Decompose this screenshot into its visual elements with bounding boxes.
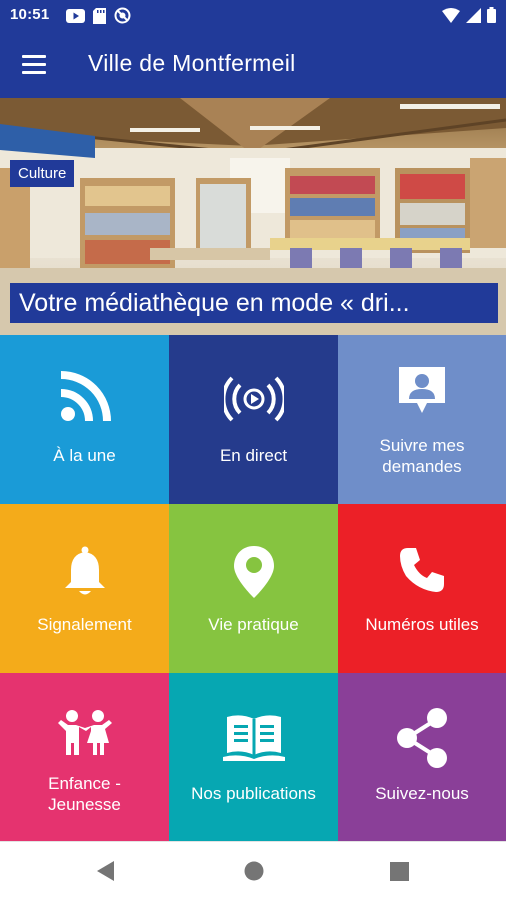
tile-label: Numéros utiles (365, 615, 479, 634)
status-time: 10:51 (10, 6, 50, 23)
children-icon (57, 710, 112, 755)
tile-label: Suivez-nous (375, 784, 469, 803)
back-icon[interactable] (96, 860, 116, 882)
wifi-icon (442, 7, 460, 23)
user-message-icon (399, 367, 445, 413)
featured-article-card[interactable]: Culture Votre médiathèque en mode « dri.… (0, 98, 506, 335)
sd-card-icon (93, 7, 106, 24)
system-nav-bar (0, 841, 506, 900)
category-badge: Culture (10, 160, 75, 187)
tile-suivez-nous[interactable]: Suivez-nous (338, 673, 506, 841)
status-bar: 10:51 (0, 0, 506, 30)
do-not-disturb-icon (114, 7, 131, 24)
tile-signalement[interactable]: Signalement (0, 504, 169, 673)
hamburger-menu-icon[interactable] (16, 48, 52, 80)
home-icon[interactable] (244, 861, 264, 881)
bell-icon (64, 546, 105, 595)
tile-vie-pratique[interactable]: Vie pratique (169, 504, 338, 673)
rss-icon (60, 371, 111, 422)
tile-a-la-une[interactable]: À la une (0, 335, 169, 504)
tile-nos-publications[interactable]: Nos publications (169, 673, 338, 841)
tile-label: Suivre mes demandes (379, 436, 465, 476)
battery-icon (487, 7, 496, 23)
tile-label: Signalement (37, 615, 132, 634)
status-right-icons (442, 7, 496, 23)
signal-icon (466, 7, 481, 23)
recents-icon[interactable] (390, 862, 409, 881)
tile-enfance-jeunesse[interactable]: Enfance - Jeunesse (0, 673, 169, 841)
status-left-icons (66, 7, 131, 24)
share-icon (397, 708, 447, 768)
tile-label: Nos publications (191, 784, 316, 803)
tile-label: À la une (53, 446, 116, 465)
tile-en-direct[interactable]: En direct (169, 335, 338, 504)
tile-suivre-mes-demandes[interactable]: Suivre mes demandes (338, 335, 506, 504)
tile-label: En direct (219, 446, 288, 465)
youtube-icon (66, 8, 85, 23)
app-title: Ville de Montfermeil (88, 50, 296, 76)
tile-label: Vie pratique (208, 615, 299, 634)
article-title: Votre médiathèque en mode « dri... (10, 283, 498, 323)
map-pin-icon (233, 546, 274, 598)
phone-icon (400, 548, 444, 592)
live-broadcast-icon (223, 376, 284, 422)
app-bar: Ville de Montfermeil (0, 30, 506, 98)
tile-label: Enfance - Jeunesse (48, 774, 121, 814)
menu-grid: À la une En direct Suivre mes demandes S… (0, 335, 506, 841)
tile-numeros-utiles[interactable]: Numéros utiles (338, 504, 506, 673)
book-icon (222, 715, 285, 761)
